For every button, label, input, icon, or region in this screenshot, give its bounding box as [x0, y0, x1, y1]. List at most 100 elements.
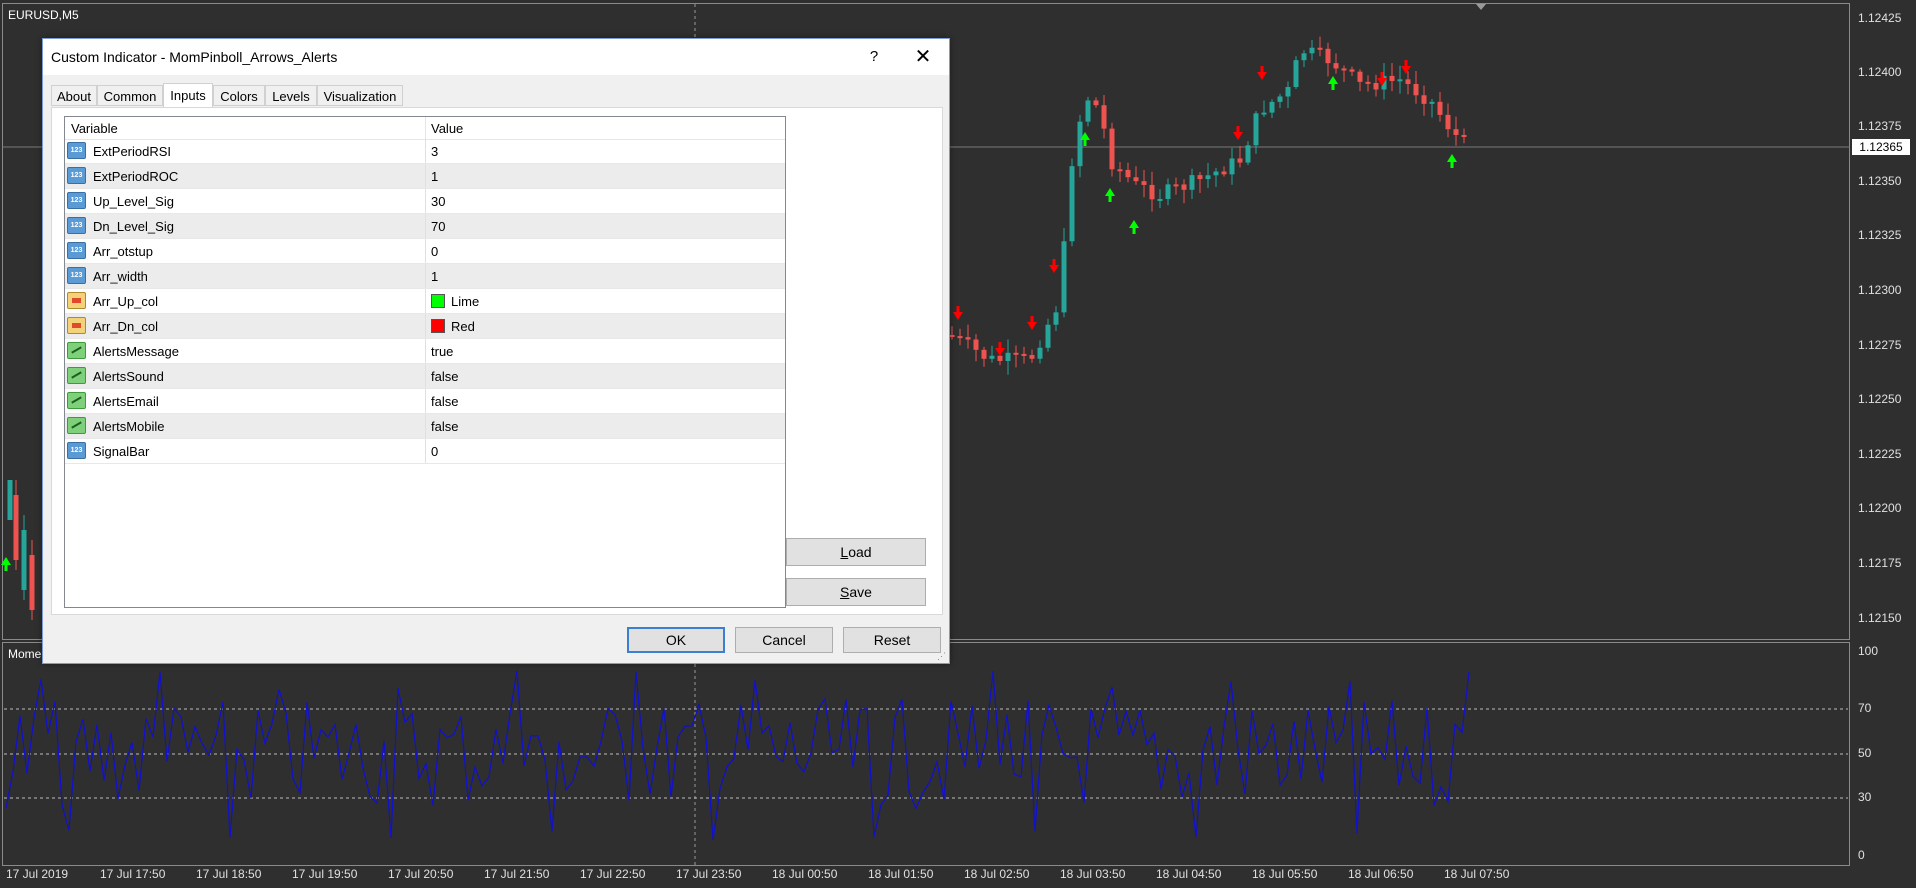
param-row-extperiodroc[interactable]: 123 ExtPeriodROC 1 — [65, 164, 785, 189]
param-value[interactable]: false — [431, 394, 458, 409]
candle-body — [13, 495, 19, 560]
param-row-alertsemail[interactable]: AlertsEmail false — [65, 389, 785, 414]
tab-levels[interactable]: Levels — [265, 85, 317, 106]
param-row-dn_level_sig[interactable]: 123 Dn_Level_Sig 70 — [65, 214, 785, 239]
ok-button[interactable]: OK — [627, 627, 725, 653]
candle-body — [1125, 169, 1131, 178]
param-value[interactable]: 70 — [431, 219, 445, 234]
cell-divider — [425, 439, 426, 463]
param-value[interactable]: true — [431, 344, 453, 359]
candle-body — [1269, 101, 1275, 113]
price-tick: 1.12225 — [1858, 447, 1902, 461]
dialog-title-bar[interactable]: Custom Indicator - MomPinboll_Arrows_Ale… — [43, 39, 949, 75]
candle-body — [1405, 79, 1411, 84]
param-name: Dn_Level_Sig — [93, 219, 174, 234]
param-row-signalbar[interactable]: 123 SignalBar 0 — [65, 439, 785, 464]
tab-about[interactable]: About — [51, 85, 97, 106]
momentum-line — [5, 670, 1470, 840]
time-tick: 18 Jul 04:50 — [1156, 867, 1222, 881]
candle-body — [1309, 47, 1315, 54]
color-swatch[interactable] — [431, 294, 445, 308]
close-icon[interactable]: ✕ — [905, 45, 941, 69]
price-tick: 1.12350 — [1858, 174, 1902, 188]
param-row-arr_otstup[interactable]: 123 Arr_otstup 0 — [65, 239, 785, 264]
candle-body — [1045, 324, 1051, 348]
candle-body — [1285, 87, 1291, 97]
param-row-alertssound[interactable]: AlertsSound false — [65, 364, 785, 389]
reset-button[interactable]: Reset — [843, 627, 941, 653]
candle-body — [1229, 158, 1235, 175]
param-name: ExtPeriodROC — [93, 169, 179, 184]
tab-inputs[interactable]: Inputs — [163, 83, 213, 108]
price-tick: 1.12250 — [1858, 392, 1902, 406]
candle-body — [1389, 75, 1395, 81]
tab-common[interactable]: Common — [97, 85, 163, 106]
candle-body — [1093, 100, 1099, 106]
help-button[interactable]: ? — [859, 45, 889, 69]
boolean-icon — [67, 392, 86, 409]
cell-divider — [425, 189, 426, 213]
candle-body — [1149, 184, 1155, 200]
candle-body — [1165, 184, 1171, 199]
price-tick: 1.12325 — [1858, 228, 1902, 242]
param-value[interactable]: 0 — [431, 244, 438, 259]
param-value[interactable]: false — [431, 419, 458, 434]
up-arrow-icon — [1447, 154, 1457, 168]
time-tick: 17 Jul 21:50 — [484, 867, 550, 881]
down-arrow-icon — [1233, 126, 1243, 140]
param-value[interactable]: false — [431, 369, 458, 384]
time-tick: 18 Jul 03:50 — [1060, 867, 1126, 881]
param-row-arr_up_col[interactable]: Arr_Up_col Lime — [65, 289, 785, 314]
tab-visualization[interactable]: Visualization — [317, 85, 403, 106]
cell-divider — [425, 264, 426, 288]
candle-body — [1445, 114, 1451, 130]
cell-divider — [425, 389, 426, 413]
param-row-up_level_sig[interactable]: 123 Up_Level_Sig 30 — [65, 189, 785, 214]
inputs-grid[interactable]: Variable Value 123 ExtPeriodRSI 3 123 ExtPer… — [64, 116, 786, 608]
resize-grip-icon[interactable]: ⋰ — [937, 651, 947, 661]
number-icon: 123 — [67, 442, 86, 459]
osc-tick: 30 — [1858, 790, 1872, 804]
candle-body — [1029, 355, 1035, 359]
param-value[interactable]: 1 — [431, 269, 438, 284]
candle-body — [1397, 79, 1403, 82]
param-value[interactable]: Red — [451, 319, 475, 334]
column-variable[interactable]: Variable — [71, 121, 118, 136]
cancel-button[interactable]: Cancel — [735, 627, 833, 653]
number-icon: 123 — [67, 142, 86, 159]
param-name: Up_Level_Sig — [93, 194, 174, 209]
price-tick: 1.12175 — [1858, 556, 1902, 570]
time-tick: 18 Jul 02:50 — [964, 867, 1030, 881]
boolean-icon — [67, 342, 86, 359]
param-row-arr_dn_col[interactable]: Arr_Dn_col Red — [65, 314, 785, 339]
load-button[interactable]: Load — [786, 538, 926, 566]
tab-colors[interactable]: Colors — [213, 85, 265, 106]
candle-body — [7, 480, 13, 520]
price-tick: 1.12375 — [1858, 119, 1902, 133]
param-row-alertsmobile[interactable]: AlertsMobile false — [65, 414, 785, 439]
time-tick: 18 Jul 00:50 — [772, 867, 838, 881]
param-row-arr_width[interactable]: 123 Arr_width 1 — [65, 264, 785, 289]
cell-divider — [425, 289, 426, 313]
param-value[interactable]: Lime — [451, 294, 479, 309]
time-tick: 18 Jul 06:50 — [1348, 867, 1414, 881]
custom-indicator-dialog[interactable]: Custom Indicator - MomPinboll_Arrows_Ale… — [42, 38, 950, 664]
oscillator-label: Mome — [8, 647, 42, 661]
save-button[interactable]: Save — [786, 578, 926, 606]
color-swatch[interactable] — [431, 319, 445, 333]
candle-body — [1173, 184, 1179, 187]
candle-body — [1021, 353, 1027, 356]
param-value[interactable]: 3 — [431, 144, 438, 159]
param-row-alertsmessage[interactable]: AlertsMessage true — [65, 339, 785, 364]
candle-body — [1037, 347, 1043, 359]
save-label: ave — [849, 584, 872, 600]
param-value[interactable]: 1 — [431, 169, 438, 184]
param-name: Arr_otstup — [93, 244, 153, 259]
column-divider[interactable] — [425, 117, 426, 139]
candle-body — [1205, 175, 1211, 180]
osc-tick: 50 — [1858, 746, 1872, 760]
param-row-extperiodrsi[interactable]: 123 ExtPeriodRSI 3 — [65, 139, 785, 164]
column-value[interactable]: Value — [431, 121, 463, 136]
param-value[interactable]: 0 — [431, 444, 438, 459]
param-value[interactable]: 30 — [431, 194, 445, 209]
